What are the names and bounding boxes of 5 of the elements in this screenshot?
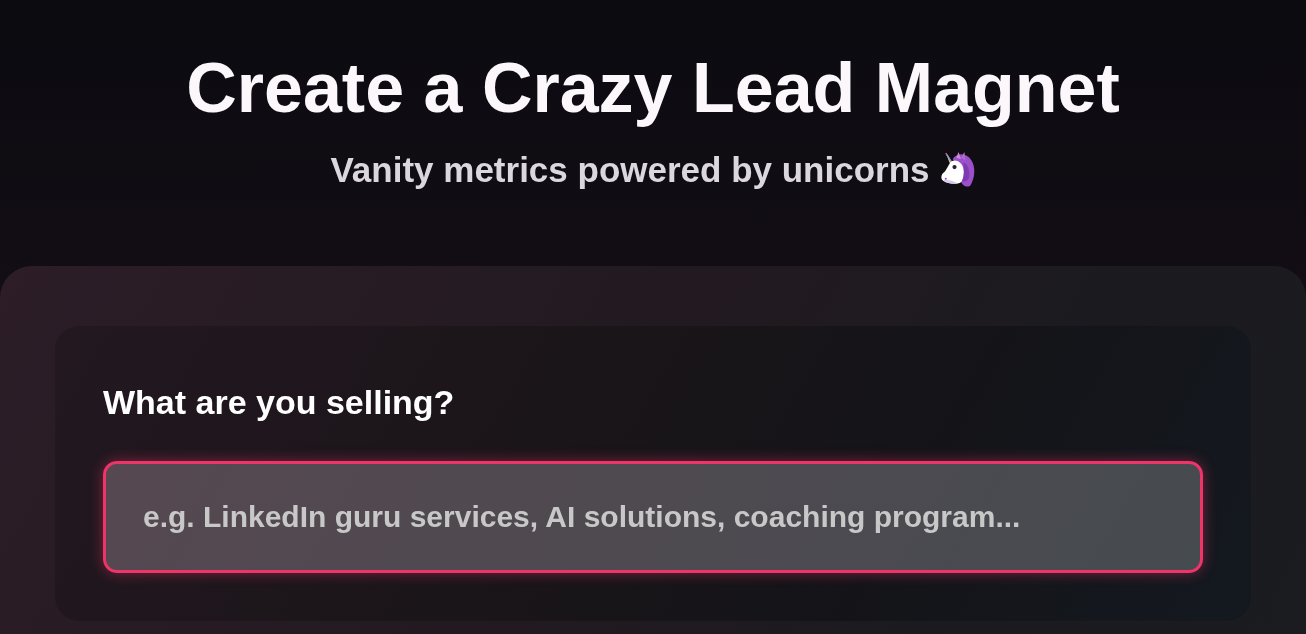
page-subtitle: Vanity metrics powered by unicorns <box>330 150 930 190</box>
unicorn-icon <box>939 152 976 188</box>
text-input-field[interactable]: e.g. LinkedIn guru services, AI solutions, coaching program... <box>103 461 1203 573</box>
page-title: Create a Crazy Lead Magnet <box>186 48 1120 128</box>
field-label: What are you selling? <box>103 382 455 422</box>
